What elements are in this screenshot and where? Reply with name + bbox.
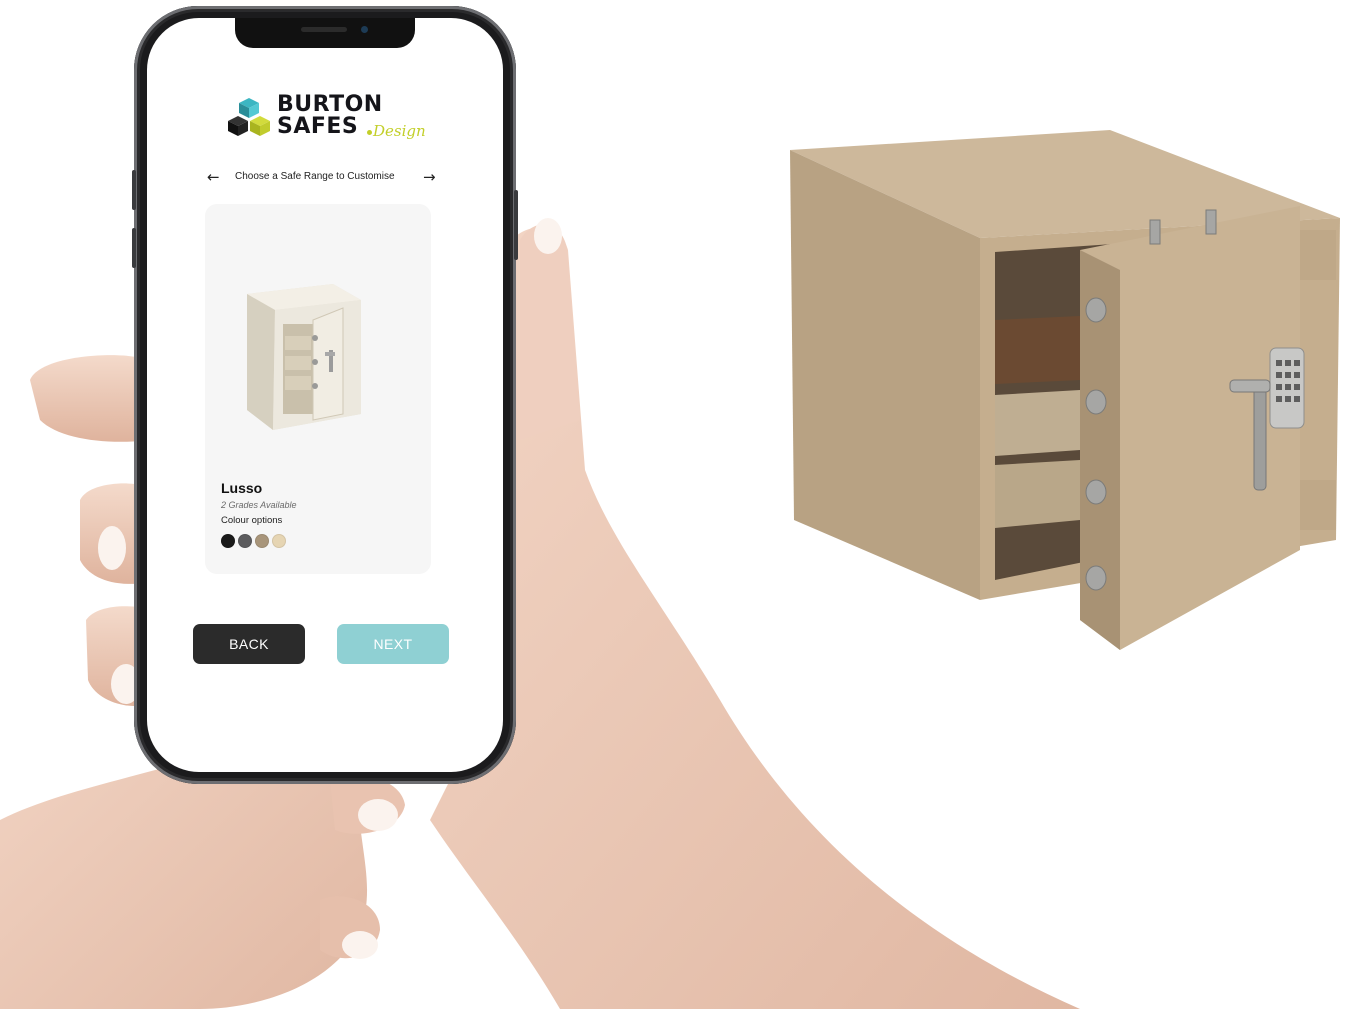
brand-logo: BURTON SAFES Design <box>227 92 427 148</box>
phone-side-button <box>132 170 136 210</box>
brand-script-text: Design <box>373 122 426 140</box>
cubes-logo-icon <box>228 98 270 136</box>
colour-swatch-taupe[interactable] <box>255 534 269 548</box>
brand-dot <box>367 130 372 135</box>
colour-swatch-grey[interactable] <box>238 534 252 548</box>
colour-options-label: Colour options <box>221 515 283 526</box>
front-camera <box>361 26 368 33</box>
safe-product-photo <box>790 130 1340 650</box>
brand-name-line1: BURTON <box>277 92 383 117</box>
safe-product-image <box>247 284 361 430</box>
app-screen: BURTON SAFES Design ← Choose a Safe Rang… <box>147 18 503 772</box>
phone-side-button <box>132 228 136 268</box>
range-navigation: ← Choose a Safe Range to Customise → <box>203 168 443 188</box>
colour-swatch-black[interactable] <box>221 534 235 548</box>
product-name: Lusso <box>221 480 263 496</box>
colour-swatch-cream[interactable] <box>272 534 286 548</box>
range-title: Choose a Safe Range to Customise <box>235 171 395 182</box>
speaker-grille <box>301 27 347 32</box>
phone-power-button <box>514 190 518 260</box>
brand-name-line2: SAFES <box>277 114 359 139</box>
product-card[interactable]: Lusso 2 Grades Available Colour options <box>205 204 431 574</box>
phone-notch <box>235 18 415 48</box>
back-button[interactable]: BACK <box>193 624 305 664</box>
colour-swatches <box>221 534 286 548</box>
arrow-right-icon[interactable]: → <box>423 168 436 186</box>
next-button[interactable]: NEXT <box>337 624 449 664</box>
product-grades: 2 Grades Available <box>221 500 297 510</box>
arrow-left-icon[interactable]: ← <box>207 168 220 186</box>
